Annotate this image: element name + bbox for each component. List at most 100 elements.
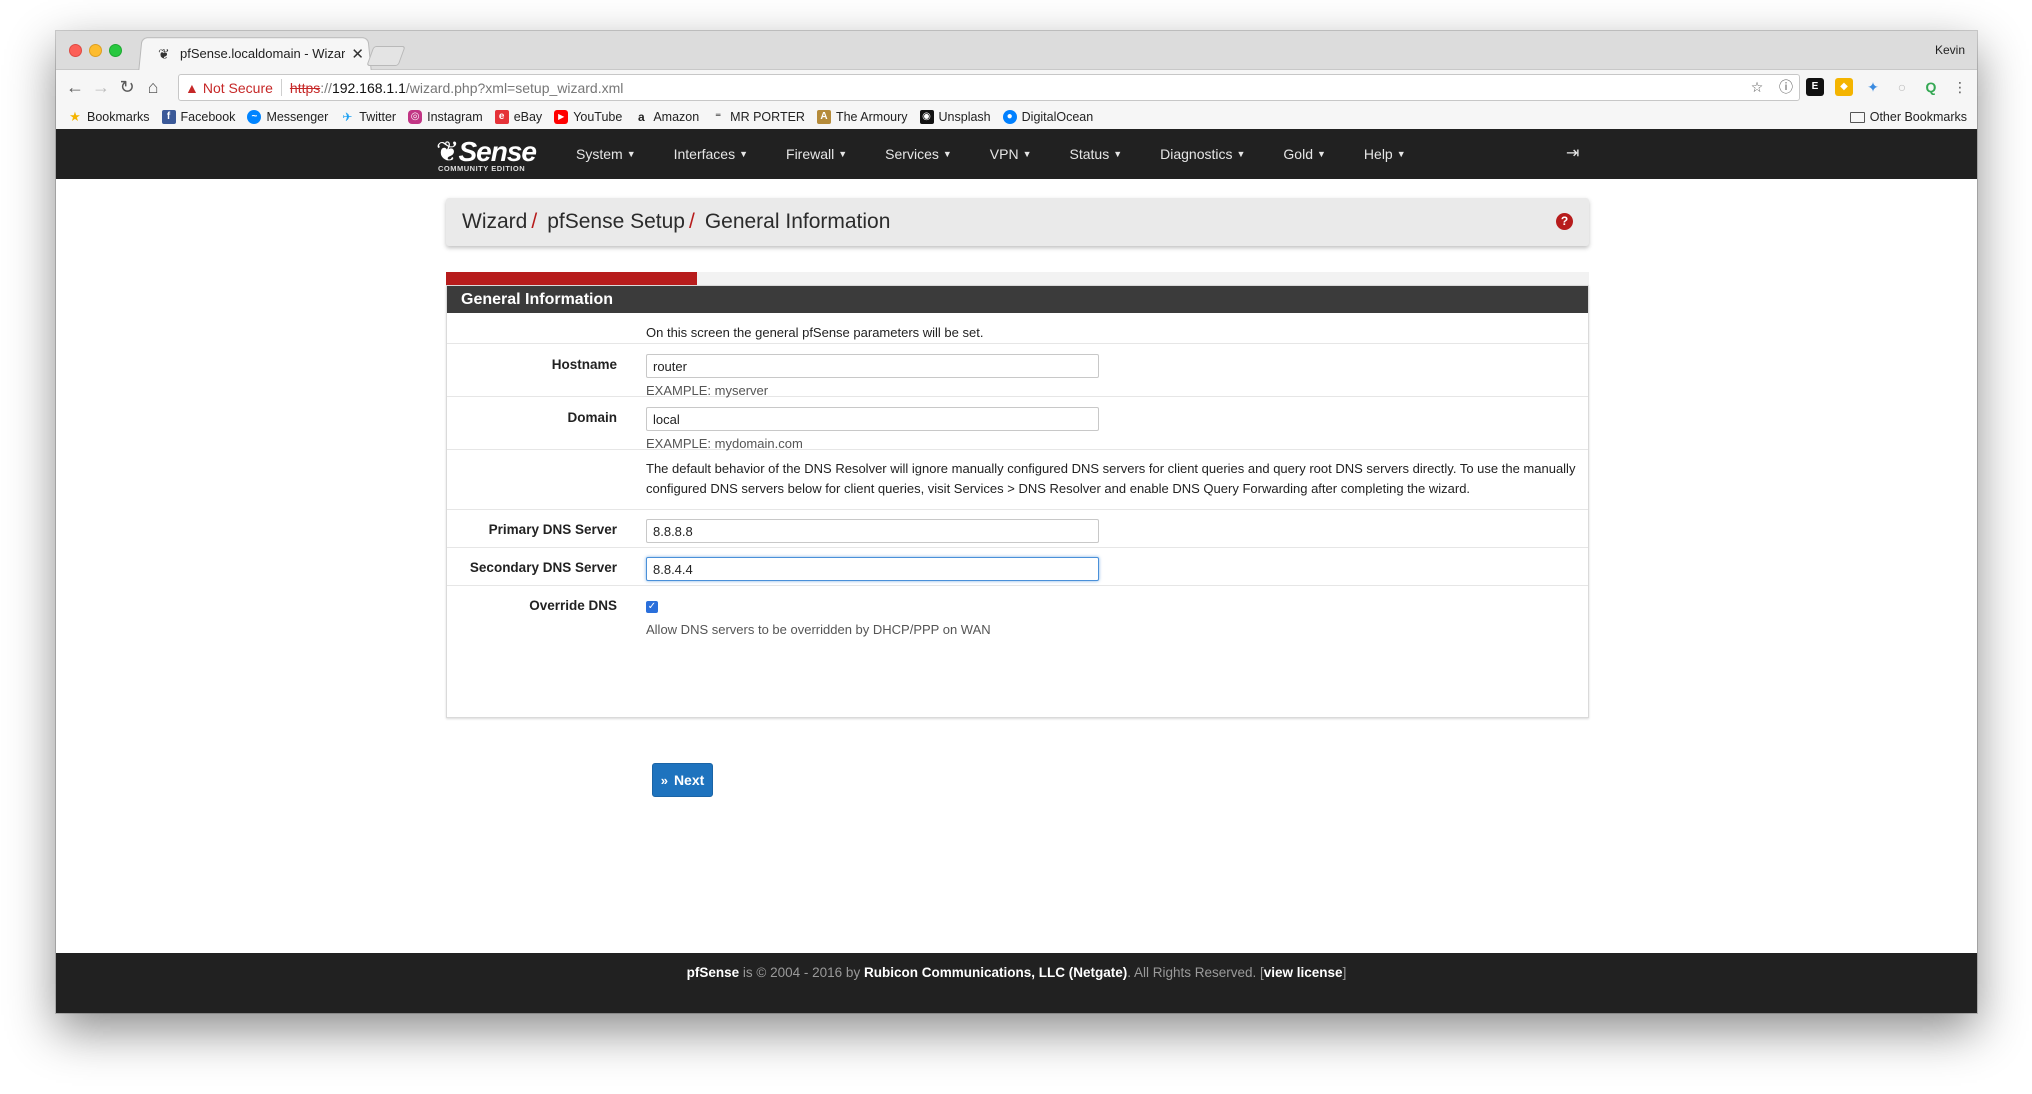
menu-label: Gold bbox=[1283, 146, 1313, 162]
bookmark-label: Twitter bbox=[359, 110, 397, 124]
bookmark-item[interactable]: ▶ YouTube bbox=[554, 110, 622, 124]
menu-gold[interactable]: Gold ▼ bbox=[1283, 146, 1326, 162]
override-dns-checkbox[interactable]: ✓ bbox=[646, 601, 658, 613]
bookmark-star-icon[interactable]: ☆ bbox=[1748, 78, 1766, 96]
bookmark-item[interactable]: f Facebook bbox=[161, 110, 236, 124]
caret-down-icon: ▼ bbox=[1022, 149, 1032, 159]
bookmark-item[interactable]: ● DigitalOcean bbox=[1002, 110, 1093, 124]
bookmark-item[interactable]: a Amazon bbox=[634, 110, 699, 124]
domain-input[interactable] bbox=[646, 407, 1099, 431]
double-chevron-right-icon: » bbox=[660, 772, 668, 788]
help-icon[interactable]: ? bbox=[1556, 213, 1573, 230]
page-content: ❦Sense COMMUNITY EDITION System ▼ Interfa… bbox=[56, 129, 1977, 1013]
menu-vpn[interactable]: VPN ▼ bbox=[990, 146, 1032, 162]
minimize-window-button[interactable] bbox=[89, 44, 102, 57]
q-extension-icon[interactable]: Q bbox=[1922, 78, 1940, 96]
folder-icon bbox=[1849, 111, 1865, 123]
view-license-link[interactable]: view license bbox=[1264, 965, 1343, 980]
top-navbar: ❦Sense COMMUNITY EDITION System ▼ Interfa… bbox=[56, 129, 1977, 179]
secondary-dns-row: Secondary DNS Server bbox=[447, 548, 1588, 586]
footer: pfSense is © 2004 - 2016 by Rubicon Comm… bbox=[56, 953, 1977, 1013]
bookmark-label: Facebook bbox=[180, 110, 236, 124]
pfsense-logo[interactable]: ❦Sense COMMUNITY EDITION bbox=[436, 135, 546, 175]
hostname-row: Hostname EXAMPLE: myserver bbox=[447, 344, 1588, 398]
bookmark-label: Unsplash bbox=[938, 110, 991, 124]
breadcrumb-setup[interactable]: pfSense Setup bbox=[547, 210, 685, 234]
footer-text: ] bbox=[1342, 965, 1347, 980]
security-label[interactable]: Not Secure bbox=[203, 80, 273, 96]
menu-label: Help bbox=[1363, 146, 1393, 162]
domain-label: Domain bbox=[567, 410, 617, 425]
star-icon: ★ bbox=[69, 109, 81, 124]
bookmark-item[interactable]: ◉ Unsplash bbox=[919, 110, 991, 124]
bookmark-item[interactable]: ◎ Instagram bbox=[408, 110, 483, 124]
menu-services[interactable]: Services ▼ bbox=[885, 146, 952, 162]
menu-firewall[interactable]: Firewall ▼ bbox=[786, 146, 847, 162]
extension-badge-icon[interactable]: ◆ bbox=[1835, 78, 1853, 96]
wizard-progress-fill bbox=[446, 272, 698, 285]
menu-label: Firewall bbox=[786, 146, 835, 162]
close-window-button[interactable] bbox=[69, 44, 82, 57]
ebay-icon: e bbox=[494, 110, 509, 124]
circle-extension-icon[interactable]: ○ bbox=[1893, 78, 1911, 96]
bookmark-label: Instagram bbox=[427, 110, 483, 124]
home-icon[interactable]: ⌂ bbox=[142, 76, 164, 98]
bookmark-item[interactable]: ★ Bookmarks bbox=[68, 109, 149, 125]
secondary-dns-input[interactable] bbox=[646, 557, 1099, 581]
bookmark-item[interactable]: ⁼ MR PORTER bbox=[711, 110, 805, 124]
domain-group: EXAMPLE: mydomain.com bbox=[646, 407, 1099, 451]
forward-icon[interactable]: → bbox=[90, 76, 112, 98]
puzzle-extension-icon[interactable]: ✦ bbox=[1864, 78, 1882, 96]
menu-label: Status bbox=[1069, 146, 1110, 162]
menu-status[interactable]: Status ▼ bbox=[1070, 146, 1123, 162]
menu-interfaces[interactable]: Interfaces ▼ bbox=[674, 146, 748, 162]
tab-close-icon[interactable]: ✕ bbox=[351, 45, 364, 63]
menu-label: VPN bbox=[989, 146, 1019, 162]
breadcrumb-wizard[interactable]: Wizard bbox=[462, 210, 527, 234]
profile-name[interactable]: Kevin bbox=[1935, 43, 1965, 57]
reload-icon[interactable]: ↻ bbox=[116, 76, 138, 98]
logout-icon[interactable]: ⇥ bbox=[1566, 143, 1579, 163]
caret-down-icon: ▼ bbox=[838, 149, 848, 159]
menu-kebab-icon[interactable]: ⋮ bbox=[1951, 78, 1969, 96]
tab-bar: ❦ pfSense.localdomain - Wizard ✕ Kevin bbox=[56, 31, 1977, 71]
bookmark-item[interactable]: ~ Messenger bbox=[247, 110, 328, 124]
extension-area: ☆ ⓘ E ◆ ✦ ○ Q ⋮ bbox=[1748, 78, 1969, 96]
domain-row: Domain EXAMPLE: mydomain.com bbox=[447, 397, 1588, 451]
menu-system[interactable]: System ▼ bbox=[576, 146, 636, 162]
active-tab[interactable]: ❦ pfSense.localdomain - Wizard ✕ bbox=[148, 37, 374, 70]
intro-row: On this screen the general pfSense param… bbox=[447, 313, 1588, 344]
digitalocean-icon: ● bbox=[1002, 110, 1017, 124]
next-button[interactable]: » Next bbox=[652, 763, 713, 797]
url-path: /wizard.php?xml=setup_wizard.xml bbox=[405, 79, 624, 96]
caret-down-icon: ▼ bbox=[1113, 149, 1123, 159]
breadcrumb: Wizard / pfSense Setup / General Informati… bbox=[446, 198, 1589, 246]
toolbar: ← → ↻ ⌂ ▲ Not Secure https://192.168.1.1… bbox=[56, 70, 1977, 105]
menu-diagnostics[interactable]: Diagnostics ▼ bbox=[1160, 146, 1245, 162]
hostname-input[interactable] bbox=[646, 354, 1099, 378]
maximize-window-button[interactable] bbox=[109, 44, 122, 57]
bookmark-item[interactable]: A The Armoury bbox=[816, 110, 908, 124]
info-circle-icon[interactable]: ⓘ bbox=[1777, 78, 1795, 96]
instagram-icon: ◎ bbox=[408, 110, 423, 124]
menu-help[interactable]: Help ▼ bbox=[1364, 146, 1406, 162]
caret-down-icon: ▼ bbox=[626, 149, 636, 159]
messenger-icon: ~ bbox=[247, 110, 262, 124]
dns-note-row: The default behavior of the DNS Resolver… bbox=[447, 450, 1588, 510]
other-bookmarks[interactable]: Other Bookmarks bbox=[1849, 110, 1967, 124]
omnibox-divider bbox=[280, 79, 282, 96]
primary-dns-input[interactable] bbox=[646, 519, 1099, 543]
bookmark-item[interactable]: e eBay bbox=[494, 110, 542, 124]
new-tab-button[interactable] bbox=[366, 46, 406, 66]
bookmark-label: The Armoury bbox=[835, 110, 908, 124]
bookmark-label: MR PORTER bbox=[730, 110, 805, 124]
secondary-dns-label: Secondary DNS Server bbox=[469, 560, 617, 575]
caret-down-icon: ▼ bbox=[1317, 149, 1326, 159]
address-bar[interactable]: ▲ Not Secure https://192.168.1.1/wizard.… bbox=[178, 74, 1800, 101]
evernote-extension-icon[interactable]: E bbox=[1806, 78, 1824, 96]
breadcrumb-separator: / bbox=[531, 210, 538, 233]
back-icon[interactable]: ← bbox=[64, 76, 86, 98]
hostname-group: EXAMPLE: myserver bbox=[646, 354, 1099, 398]
warning-icon: ▲ bbox=[185, 79, 199, 96]
bookmark-item[interactable]: ✈ Twitter bbox=[340, 110, 396, 124]
